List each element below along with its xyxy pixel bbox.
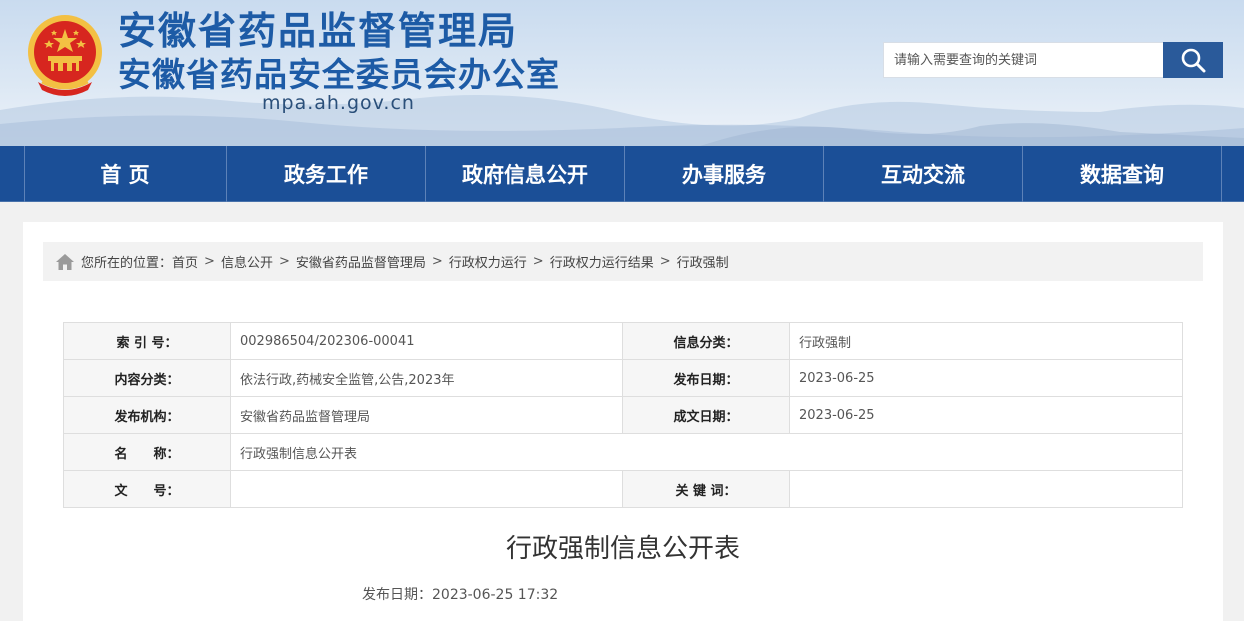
info-category-value: 行政强制 — [789, 322, 1183, 360]
search-icon — [1181, 48, 1206, 73]
breadcrumb-separator: > — [431, 254, 443, 269]
breadcrumb-item-admin-power-results[interactable]: 行政权力运行结果 — [550, 252, 654, 271]
table-row: 名 称： 行政强制信息公开表 — [63, 433, 1183, 471]
document-name-label: 名 称： — [63, 433, 231, 471]
content-category-value: 依法行政,药械安全监管,公告,2023年 — [230, 359, 623, 397]
breadcrumb-item-info-public[interactable]: 信息公开 — [221, 252, 273, 271]
search-input[interactable] — [884, 43, 1163, 77]
document-metadata-table: 索 引 号： 002986504/202306-00041 信息分类： 行政强制… — [63, 322, 1183, 508]
site-title-primary: 安徽省药品监督管理局 — [118, 9, 519, 53]
document-publish-datetime: 发布日期：2023-06-25 17:32 — [362, 587, 559, 603]
nav-item-services[interactable]: 办事服务 — [625, 146, 823, 202]
breadcrumb-separator: > — [659, 254, 671, 269]
breadcrumb: 您所在的位置： 首页 > 信息公开 > 安徽省药品监督管理局 > 行政权力运行 … — [43, 242, 1203, 281]
breadcrumb-item-admin-power[interactable]: 行政权力运行 — [449, 252, 527, 271]
search-button[interactable] — [1163, 42, 1223, 78]
site-domain: mpa.ah.gov.cn — [262, 92, 415, 114]
national-emblem-icon — [24, 12, 106, 98]
main-nav: 首 页 政务工作 政府信息公开 办事服务 互动交流 数据查询 — [0, 146, 1244, 202]
info-category-label: 信息分类： — [622, 322, 790, 360]
keywords-value — [789, 470, 1183, 508]
document-name-value: 行政强制信息公开表 — [230, 433, 1183, 471]
nav-item-home[interactable]: 首 页 — [24, 146, 226, 202]
table-row: 内容分类： 依法行政,药械安全监管,公告,2023年 发布日期： 2023-06… — [63, 359, 1183, 397]
breadcrumb-item-bureau[interactable]: 安徽省药品监督管理局 — [296, 252, 426, 271]
site-header: 安徽省药品监督管理局 安徽省药品安全委员会办公室 mpa.ah.gov.cn — [0, 0, 1244, 146]
breadcrumb-separator: > — [532, 254, 544, 269]
breadcrumb-item-admin-enforcement[interactable]: 行政强制 — [677, 252, 729, 271]
created-date-value: 2023-06-25 — [789, 396, 1183, 434]
nav-item-data-query[interactable]: 数据查询 — [1023, 146, 1221, 202]
site-title-secondary: 安徽省药品安全委员会办公室 — [118, 55, 560, 94]
table-row: 索 引 号： 002986504/202306-00041 信息分类： 行政强制 — [63, 322, 1183, 360]
main-content: 您所在的位置： 首页 > 信息公开 > 安徽省药品监督管理局 > 行政权力运行 … — [23, 222, 1223, 621]
nav-item-info-disclosure[interactable]: 政府信息公开 — [426, 146, 624, 202]
created-date-label: 成文日期： — [622, 396, 790, 434]
breadcrumb-separator: > — [204, 254, 215, 269]
publish-date-value: 2023-06-25 — [789, 359, 1183, 397]
publishing-org-label: 发布机构： — [63, 396, 231, 434]
document-number-value — [230, 470, 623, 508]
publishing-org-value: 安徽省药品监督管理局 — [230, 396, 623, 434]
home-icon — [55, 253, 75, 271]
keywords-label: 关 键 词： — [622, 470, 790, 508]
table-row: 文 号： 关 键 词： — [63, 470, 1183, 508]
breadcrumb-item-home[interactable]: 首页 — [172, 252, 198, 271]
breadcrumb-separator: > — [278, 254, 290, 269]
content-category-label: 内容分类： — [63, 359, 231, 397]
document-number-label: 文 号： — [63, 470, 231, 508]
publish-date-label: 发布日期： — [622, 359, 790, 397]
index-number-label: 索 引 号： — [63, 322, 231, 360]
index-number-value: 002986504/202306-00041 — [230, 322, 623, 360]
nav-divider — [1221, 146, 1222, 202]
document-title: 行政强制信息公开表 — [505, 534, 740, 564]
breadcrumb-prefix: 您所在的位置： — [81, 256, 173, 271]
search-box — [883, 42, 1163, 78]
nav-item-government-work[interactable]: 政务工作 — [227, 146, 425, 202]
table-row: 发布机构： 安徽省药品监督管理局 成文日期： 2023-06-25 — [63, 396, 1183, 434]
nav-item-interaction[interactable]: 互动交流 — [824, 146, 1022, 202]
